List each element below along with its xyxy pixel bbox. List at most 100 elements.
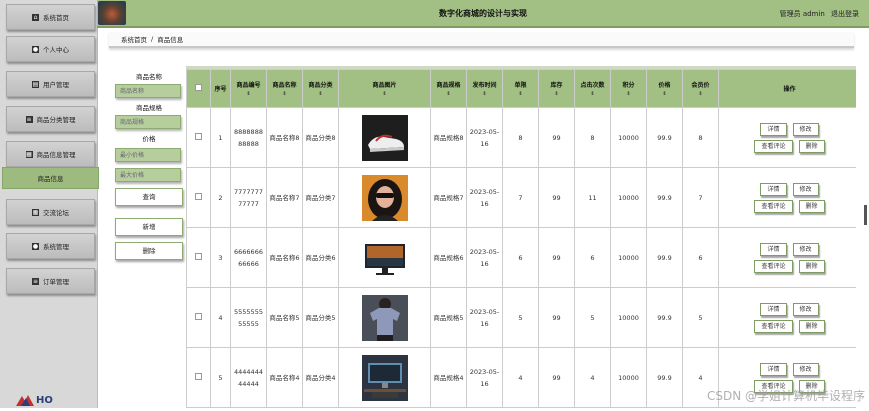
monitor-photo bbox=[361, 234, 408, 281]
row-delete-button[interactable]: 删除 bbox=[798, 319, 825, 333]
column-header[interactable]: 商品图片 ⇕ bbox=[338, 69, 431, 108]
cell-limit: 7 bbox=[502, 167, 539, 228]
sort-icon[interactable]: ⇕ bbox=[503, 91, 538, 97]
detail-button[interactable]: 详情 bbox=[760, 302, 787, 316]
view-comments-button[interactable]: 查看评论 bbox=[754, 259, 793, 273]
cell-price: 99.9 bbox=[646, 107, 683, 168]
delete-button[interactable]: 删除 bbox=[115, 242, 183, 260]
row-delete-button[interactable]: 删除 bbox=[798, 199, 825, 213]
detail-button[interactable]: 详情 bbox=[760, 182, 787, 196]
sidebar: ⌂ 系统首页 ● 个人中心 ▤ 用户管理 ≡ 商品分类管理 ▦ 商品信息管理 商… bbox=[0, 0, 99, 408]
cell-name: 商品名称7 bbox=[266, 167, 303, 228]
cell-category: 商品分类5 bbox=[302, 287, 339, 348]
cell-code: 888888888888 bbox=[230, 107, 267, 168]
cell-spec: 商品规格8 bbox=[430, 107, 467, 168]
row-select-cell[interactable] bbox=[186, 107, 211, 168]
scrollbar-thumb[interactable] bbox=[864, 205, 867, 225]
row-checkbox[interactable] bbox=[195, 192, 202, 200]
min-price-input[interactable]: 最小价格 bbox=[115, 148, 181, 162]
sidebar-item-category[interactable]: ≡ 商品分类管理 bbox=[6, 106, 95, 132]
row-checkbox[interactable] bbox=[195, 252, 202, 260]
sidebar-item-product-manage[interactable]: ▦ 商品信息管理 bbox=[6, 141, 95, 167]
cell-stock: 99 bbox=[538, 347, 575, 408]
row-select-cell[interactable] bbox=[186, 227, 211, 288]
cell-points: 10000 bbox=[610, 287, 647, 348]
sort-icon[interactable]: ⇕ bbox=[467, 91, 502, 97]
sort-icon[interactable]: ⇕ bbox=[231, 91, 266, 97]
sidebar-item-product-info[interactable]: 商品信息 bbox=[2, 167, 99, 189]
cell-actions: 详情 修改 查看评论 删除 bbox=[718, 167, 856, 228]
cell-category: 商品分类7 bbox=[302, 167, 339, 228]
cell-category: 商品分类8 bbox=[302, 107, 339, 168]
column-header[interactable]: 积分 ⇕ bbox=[610, 69, 647, 108]
sort-icon[interactable]: ⇕ bbox=[267, 91, 302, 97]
select-all-cell[interactable] bbox=[186, 69, 211, 108]
breadcrumb-home[interactable]: 系统首页 bbox=[121, 34, 147, 44]
cell-points: 10000 bbox=[610, 347, 647, 408]
column-header[interactable]: 商品分类 ⇕ bbox=[302, 69, 339, 108]
filter-panel: 商品名称 商品名称 商品规格 商品规格 价格 最小价格 最大价格 查询 新增 删… bbox=[113, 70, 185, 260]
detail-button[interactable]: 详情 bbox=[760, 242, 787, 256]
logout-link[interactable]: 退出登录 bbox=[831, 10, 859, 18]
edit-button[interactable]: 修改 bbox=[792, 302, 819, 316]
add-button[interactable]: 新增 bbox=[115, 218, 183, 236]
column-header[interactable]: 商品名称 ⇕ bbox=[266, 69, 303, 108]
row-select-cell[interactable] bbox=[186, 287, 211, 348]
breadcrumb-separator: / bbox=[151, 35, 154, 43]
column-header[interactable]: 商品规格 ⇕ bbox=[430, 69, 467, 108]
row-checkbox[interactable] bbox=[195, 132, 202, 140]
person-icon: ● bbox=[32, 242, 39, 250]
detail-button[interactable]: 详情 bbox=[760, 362, 787, 376]
column-header[interactable]: 点击次数 ⇕ bbox=[574, 69, 611, 108]
sort-icon[interactable]: ⇕ bbox=[303, 91, 338, 97]
breadcrumb-current: 商品信息 bbox=[157, 36, 184, 44]
sort-icon[interactable]: ⇕ bbox=[611, 91, 646, 97]
edit-button[interactable]: 修改 bbox=[792, 122, 819, 136]
sort-icon[interactable]: ⇕ bbox=[683, 91, 718, 97]
detail-button[interactable]: 详情 bbox=[760, 122, 787, 136]
column-header[interactable]: 价格 ⇕ bbox=[646, 69, 683, 108]
sort-icon[interactable]: ⇕ bbox=[575, 91, 610, 97]
sort-icon[interactable]: ⇕ bbox=[431, 91, 466, 97]
select-all-checkbox[interactable] bbox=[195, 84, 202, 91]
row-delete-button[interactable]: 删除 bbox=[798, 139, 825, 153]
row-delete-button[interactable]: 删除 bbox=[798, 259, 825, 273]
search-button[interactable]: 查询 bbox=[115, 188, 183, 206]
name-input[interactable]: 商品名称 bbox=[115, 84, 181, 98]
row-checkbox[interactable] bbox=[195, 312, 202, 320]
column-header[interactable]: 库存 ⇕ bbox=[538, 69, 575, 108]
view-comments-button[interactable]: 查看评论 bbox=[754, 139, 793, 153]
sidebar-item-orders[interactable]: ≡ 订单管理 bbox=[6, 268, 95, 294]
sort-icon[interactable]: ⇕ bbox=[539, 91, 574, 97]
column-header[interactable]: 会员价 ⇕ bbox=[682, 69, 719, 108]
footer-logo-text: HO bbox=[36, 395, 53, 406]
cell-time: 2023-05-16 bbox=[466, 227, 503, 288]
max-price-input[interactable]: 最大价格 bbox=[115, 168, 181, 182]
cell-price: 99.9 bbox=[646, 167, 683, 228]
row-select-cell[interactable] bbox=[186, 167, 211, 228]
sidebar-item-forum[interactable]: ▦ 交流论坛 bbox=[6, 199, 95, 225]
table-header-row: 序号 商品编号 ⇕ 商品名称 ⇕ 商品分类 ⇕ 商品图片 ⇕ 商品规格 ⇕ 发布时间 ⇕ 单… bbox=[186, 69, 856, 108]
sidebar-item-profile[interactable]: ● 个人中心 bbox=[6, 36, 95, 62]
column-header[interactable]: 商品编号 ⇕ bbox=[230, 69, 267, 108]
edit-button[interactable]: 修改 bbox=[792, 362, 819, 376]
spec-input[interactable]: 商品规格 bbox=[115, 115, 181, 129]
sort-icon[interactable]: ⇕ bbox=[647, 91, 682, 97]
edit-button[interactable]: 修改 bbox=[792, 242, 819, 256]
row-select-cell[interactable] bbox=[186, 347, 211, 408]
sidebar-item-users[interactable]: ▤ 用户管理 bbox=[6, 71, 95, 97]
sidebar-item-system[interactable]: ● 系统管理 bbox=[6, 233, 95, 259]
cell-stock: 99 bbox=[538, 287, 575, 348]
sidebar-item-home[interactable]: ⌂ 系统首页 bbox=[6, 4, 95, 30]
row-checkbox[interactable] bbox=[195, 372, 202, 380]
cell-index: 2 bbox=[210, 167, 231, 228]
sort-icon[interactable]: ⇕ bbox=[339, 91, 430, 97]
view-comments-button[interactable]: 查看评论 bbox=[754, 199, 793, 213]
cell-spec: 商品规格5 bbox=[430, 287, 467, 348]
edit-button[interactable]: 修改 bbox=[792, 182, 819, 196]
cell-index: 4 bbox=[210, 287, 231, 348]
column-header[interactable]: 单限 ⇕ bbox=[502, 69, 539, 108]
view-comments-button[interactable]: 查看评论 bbox=[754, 319, 793, 333]
person-icon: ● bbox=[32, 45, 39, 53]
column-header[interactable]: 发布时间 ⇕ bbox=[466, 69, 503, 108]
